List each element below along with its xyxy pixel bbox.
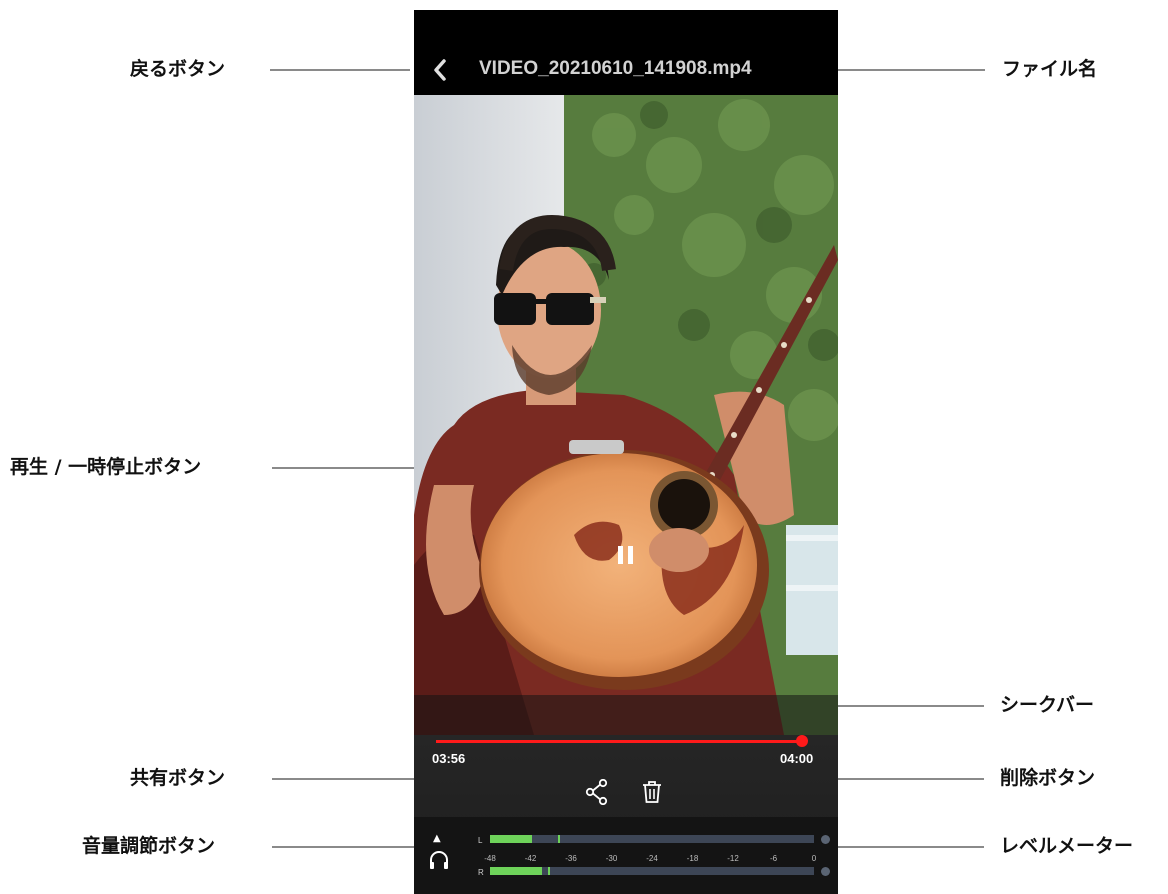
trash-icon (643, 781, 661, 803)
level-scale-tick: -36 (565, 854, 577, 863)
back-button[interactable] (426, 54, 454, 86)
right-channel-label: R (478, 868, 484, 877)
pause-icon-bar (627, 546, 633, 564)
back-button-leader (270, 69, 410, 71)
left-channel-label: L (478, 836, 483, 845)
video-frame[interactable] (414, 95, 838, 735)
left-clip-indicator (821, 835, 830, 844)
right-level-track (490, 867, 814, 875)
video-player-screen: VIDEO_20210610_141908.mp4 03:56 04:00 ▲ … (414, 10, 838, 894)
volume-callout: 音量調節ボタン (82, 835, 216, 857)
level-scale-tick: 0 (811, 854, 817, 863)
left-peak-marker (558, 835, 560, 843)
seek-bar[interactable] (436, 740, 802, 743)
volume-leader (272, 846, 420, 848)
back-button-callout: 戻るボタン (130, 58, 226, 80)
share-icon (585, 778, 608, 806)
left-level-track (490, 835, 814, 843)
left-level-fill (490, 835, 532, 843)
delete-button[interactable] (641, 779, 663, 805)
level-scale-tick: -18 (686, 854, 699, 863)
current-time: 03:56 (432, 751, 466, 766)
share-callout: 共有ボタン (130, 767, 226, 789)
right-clip-indicator (821, 867, 830, 876)
video-image (414, 95, 838, 735)
filename-callout: ファイル名 (1002, 58, 1098, 80)
right-peak-marker (548, 867, 550, 875)
level-meter-panel: ▲ L -48 -42 -36 -30 -24 -18 -12 -6 0 R (414, 817, 838, 894)
play-pause-button[interactable] (612, 541, 638, 569)
share-button[interactable] (585, 778, 609, 806)
level-meter-leader (828, 846, 984, 848)
file-name: VIDEO_20210610_141908.mp4 (479, 58, 752, 79)
seekbar-callout: シークバー (1000, 694, 1095, 716)
level-scale-tick: -12 (727, 854, 739, 863)
level-meter-callout: レベルメーター (1000, 835, 1134, 857)
level-scale-tick: -42 (524, 854, 537, 863)
level-scale-tick: -30 (605, 854, 618, 863)
level-scale-tick: -6 (769, 854, 778, 863)
level-scale-tick: -24 (646, 854, 658, 863)
total-time: 04:00 (780, 751, 814, 766)
pause-icon (617, 546, 623, 564)
controls-panel: 03:56 04:00 ▲ L -48 -42 -36 -30 -24 -18 … (414, 735, 838, 894)
volume-button[interactable] (428, 849, 450, 871)
right-level-fill (490, 867, 542, 875)
level-scale-tick: -48 (484, 854, 496, 863)
top-bar: VIDEO_20210610_141908.mp4 (414, 10, 838, 95)
volume-up-icon[interactable]: ▲ (433, 833, 441, 844)
play-pause-callout: 再生 / 一時停止ボタン (10, 456, 202, 478)
seek-thumb[interactable] (796, 735, 808, 747)
delete-callout: 削除ボタン (1000, 767, 1096, 789)
back-chevron-icon (434, 59, 446, 81)
headphone-icon (430, 851, 448, 869)
